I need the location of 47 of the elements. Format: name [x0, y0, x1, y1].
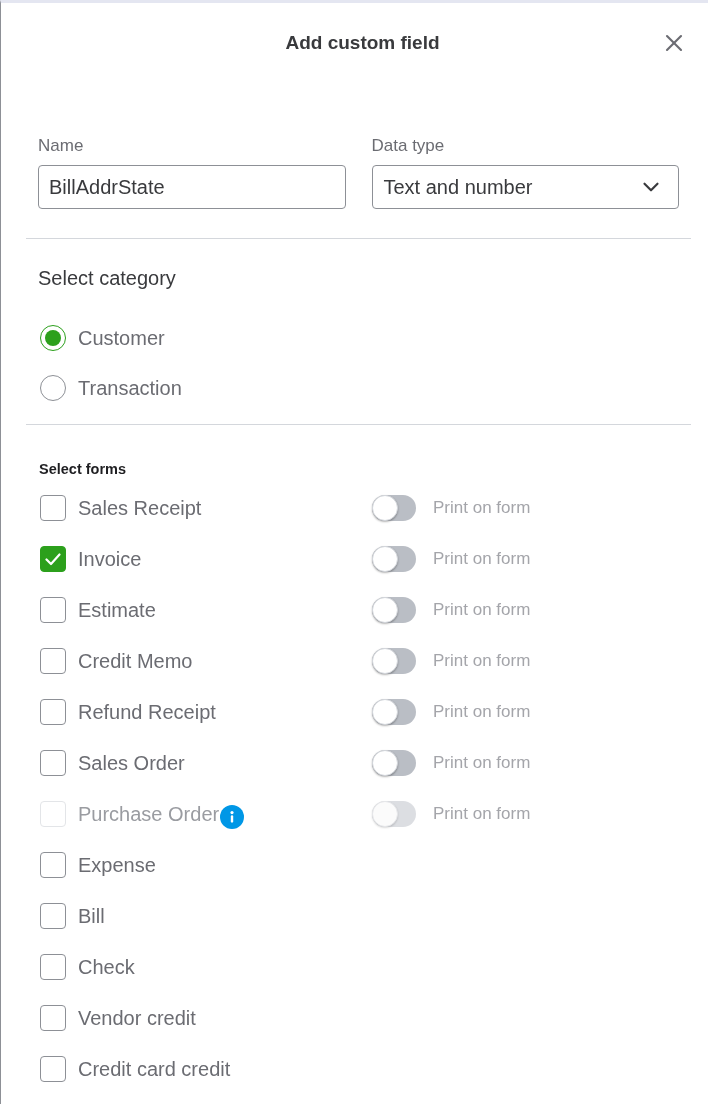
- section-heading: Select category: [38, 266, 177, 290]
- toggle-switch[interactable]: [372, 546, 416, 572]
- checkbox-label[interactable]: Sales Order: [78, 751, 185, 775]
- section-heading: Select forms: [39, 460, 128, 478]
- checkbox-label[interactable]: Check: [78, 955, 135, 979]
- checkbox[interactable]: [40, 1005, 66, 1031]
- checkbox[interactable]: [40, 903, 66, 929]
- name-input[interactable]: BillAddrState: [38, 165, 346, 209]
- checkbox[interactable]: [40, 750, 66, 776]
- toggle-switch[interactable]: [372, 750, 416, 776]
- checkbox[interactable]: [40, 1056, 66, 1082]
- checkbox[interactable]: [40, 495, 66, 521]
- checkbox-label[interactable]: Credit Memo: [78, 649, 193, 673]
- toggle-label: Print on form: [433, 804, 531, 824]
- toggle-label: Print on form: [433, 753, 531, 773]
- toggle-switch[interactable]: [372, 597, 416, 623]
- field-label: Data type: [371, 137, 446, 155]
- checkbox-label[interactable]: Invoice: [78, 547, 142, 571]
- checkbox-label[interactable]: Bill: [78, 904, 105, 928]
- toggle-switch[interactable]: [372, 699, 416, 725]
- checkbox-label[interactable]: Refund Receipt: [78, 700, 216, 724]
- checkbox-label[interactable]: Expense: [78, 853, 156, 877]
- checkbox[interactable]: [40, 546, 66, 572]
- radio-button[interactable]: [40, 325, 66, 351]
- checkbox[interactable]: [40, 597, 66, 623]
- checkbox-label[interactable]: Credit card credit: [78, 1057, 231, 1081]
- field-label: Name: [38, 137, 85, 155]
- toggle-label: Print on form: [433, 651, 531, 671]
- toggle-label: Print on form: [433, 549, 531, 569]
- radio-label[interactable]: Customer: [78, 326, 165, 350]
- checkbox[interactable]: [40, 852, 66, 878]
- checkbox-label[interactable]: Vendor credit: [78, 1006, 196, 1030]
- dialog-title: Add custom field: [285, 31, 440, 55]
- checkbox-label[interactable]: Estimate: [78, 598, 156, 622]
- radio-label[interactable]: Transaction: [78, 376, 182, 400]
- radio-button[interactable]: [40, 375, 66, 401]
- check-icon: [45, 552, 61, 566]
- toggle-label: Print on form: [433, 600, 531, 620]
- toggle-switch[interactable]: [372, 648, 416, 674]
- checkbox[interactable]: [40, 648, 66, 674]
- toggle-label: Print on form: [433, 702, 531, 722]
- checkbox[interactable]: [40, 699, 66, 725]
- checkbox-label[interactable]: Sales Receipt: [78, 496, 202, 520]
- checkbox[interactable]: [40, 954, 66, 980]
- toggle-switch[interactable]: [372, 495, 416, 521]
- data-type-dropdown[interactable]: Text and number: [371, 165, 679, 209]
- toggle-label: Print on form: [433, 498, 531, 518]
